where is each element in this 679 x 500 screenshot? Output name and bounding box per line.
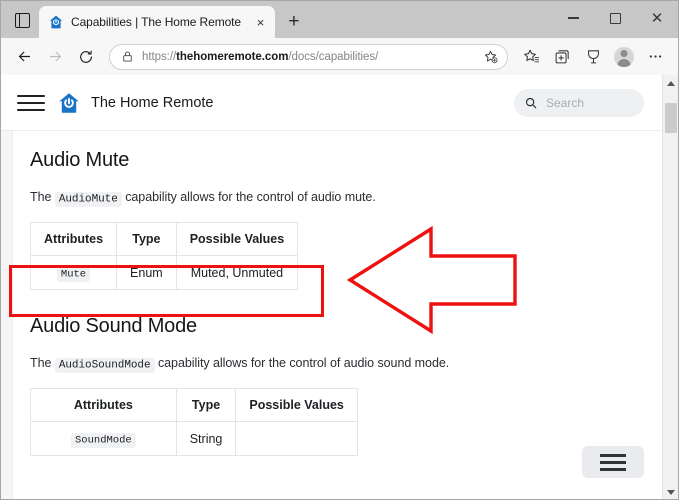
address-bar[interactable]: https://thehomeremote.com/docs/capabilit… xyxy=(109,43,508,70)
article-content: Audio Mute The AudioMute capability allo… xyxy=(14,131,662,499)
cell-possible-values: Muted, Unmuted xyxy=(175,255,299,290)
capability-code: AudioSoundMode xyxy=(54,357,155,373)
brand-name: The Home Remote xyxy=(91,94,214,111)
hamburger-menu-icon[interactable] xyxy=(17,89,45,117)
column-header-attributes: Attributes xyxy=(30,388,177,422)
scrollbar-track[interactable] xyxy=(663,91,679,484)
url-scheme: https:// xyxy=(142,50,177,63)
section-description: The AudioMute capability allows for the … xyxy=(30,190,646,207)
chevron-down-icon xyxy=(666,489,675,495)
brand-link[interactable]: The Home Remote xyxy=(57,91,214,115)
collections-icon xyxy=(555,50,569,64)
hamburger-bar xyxy=(17,101,45,104)
search-input[interactable]: Search xyxy=(514,89,644,117)
minimize-icon xyxy=(567,17,579,19)
page-scrollbar[interactable] xyxy=(662,75,679,499)
table-header-row: Attributes Type Possible Values xyxy=(30,388,358,422)
page-title: Audio Mute xyxy=(30,149,130,171)
medal-icon xyxy=(587,50,599,64)
browser-window: Capabilities | The Home Remote × + ✕ htt… xyxy=(0,0,679,500)
chevron-up-icon xyxy=(666,80,675,86)
url-path: /docs/capabilities/ xyxy=(288,50,379,63)
desc-suffix: capability allows for the control of aud… xyxy=(121,190,376,204)
section-description: The AudioSoundMode capability allows for… xyxy=(30,356,646,373)
toc-bar xyxy=(600,467,626,471)
scrollbar-thumb[interactable] xyxy=(664,103,677,133)
cell-type: Enum xyxy=(116,255,177,290)
audio-sound-mode-table: Attributes Type Possible Values SoundMod… xyxy=(30,388,358,456)
attribute-code: SoundMode xyxy=(71,432,136,448)
back-button[interactable] xyxy=(9,43,39,71)
browser-essentials-button[interactable] xyxy=(578,43,608,71)
audio-mute-table: Attributes Type Possible Values Mute Enu… xyxy=(29,222,299,290)
back-arrow-icon xyxy=(18,51,30,62)
section-heading-audio-sound-mode: Audio Sound Mode xyxy=(30,315,197,337)
new-tab-button[interactable]: + xyxy=(280,7,308,35)
window-controls: ✕ xyxy=(552,1,678,35)
refresh-button[interactable] xyxy=(71,43,101,71)
capability-code: AudioMute xyxy=(54,191,122,207)
maximize-icon xyxy=(609,12,621,24)
ellipsis-icon xyxy=(649,55,661,58)
forward-button xyxy=(40,43,70,71)
table-of-contents-button[interactable] xyxy=(582,446,644,478)
avatar xyxy=(614,46,634,67)
cell-attribute: Mute xyxy=(29,255,118,290)
column-header-type: Type xyxy=(175,388,237,422)
close-icon: ✕ xyxy=(650,9,664,27)
desc-prefix: The xyxy=(30,356,55,370)
table-header-row: Attributes Type Possible Values xyxy=(29,222,299,256)
search-placeholder: Search xyxy=(546,96,585,110)
hamburger-bar xyxy=(17,108,45,111)
close-window-button[interactable]: ✕ xyxy=(636,1,678,35)
favorites-button[interactable] xyxy=(516,43,546,71)
desc-suffix: capability allows for the control of aud… xyxy=(154,356,450,370)
collections-button[interactable] xyxy=(547,43,577,71)
desc-prefix: The xyxy=(30,190,55,204)
url-domain: thehomeremote.com xyxy=(176,50,289,63)
column-header-possible-values: Possible Values xyxy=(235,388,358,422)
favorites-star-icon xyxy=(523,49,539,63)
column-header-attributes: Attributes xyxy=(29,222,118,256)
tab-actions-icon xyxy=(14,13,30,28)
maximize-button[interactable] xyxy=(594,1,636,35)
browser-toolbar: https://thehomeremote.com/docs/capabilit… xyxy=(1,38,678,75)
minimize-button[interactable] xyxy=(552,1,594,35)
add-favorite-button[interactable] xyxy=(479,46,501,68)
table-row: Mute Enum Muted, Unmuted xyxy=(29,255,299,290)
attribute-code: Mute xyxy=(56,266,91,282)
url-text: https://thehomeremote.com/docs/capabilit… xyxy=(142,51,471,63)
refresh-icon xyxy=(80,50,92,63)
profile-button[interactable] xyxy=(609,43,639,71)
search-icon xyxy=(525,97,537,109)
title-bar: Capabilities | The Home Remote × + ✕ xyxy=(1,1,678,38)
cell-attribute: SoundMode xyxy=(30,421,177,456)
forward-arrow-icon xyxy=(49,51,61,62)
cell-type: String xyxy=(175,421,237,456)
lock-icon xyxy=(123,51,132,62)
cell-possible-values xyxy=(235,421,358,456)
site-header: The Home Remote Search xyxy=(1,75,662,131)
hamburger-bar xyxy=(17,94,45,97)
web-page: The Home Remote Search Audio Mute The Au… xyxy=(1,75,662,499)
toc-bar xyxy=(600,453,626,457)
table-row: SoundMode String xyxy=(30,421,358,456)
browser-tab[interactable]: Capabilities | The Home Remote × xyxy=(39,6,275,38)
toc-bar xyxy=(600,460,626,464)
page-viewport: The Home Remote Search Audio Mute The Au… xyxy=(1,75,679,499)
scrollbar-up-button[interactable] xyxy=(663,75,679,91)
tab-title: Capabilities | The Home Remote xyxy=(71,15,241,29)
collapsed-sidebar[interactable] xyxy=(1,131,13,499)
tab-actions-button[interactable] xyxy=(9,8,35,33)
home-power-icon xyxy=(59,92,79,113)
column-header-possible-values: Possible Values xyxy=(175,222,299,256)
tab-close-icon[interactable]: × xyxy=(252,14,269,31)
star-plus-icon xyxy=(484,50,497,64)
settings-and-more-button[interactable] xyxy=(640,43,670,71)
column-header-type: Type xyxy=(116,222,177,256)
scrollbar-down-button[interactable] xyxy=(663,484,679,499)
home-power-icon xyxy=(49,15,63,29)
